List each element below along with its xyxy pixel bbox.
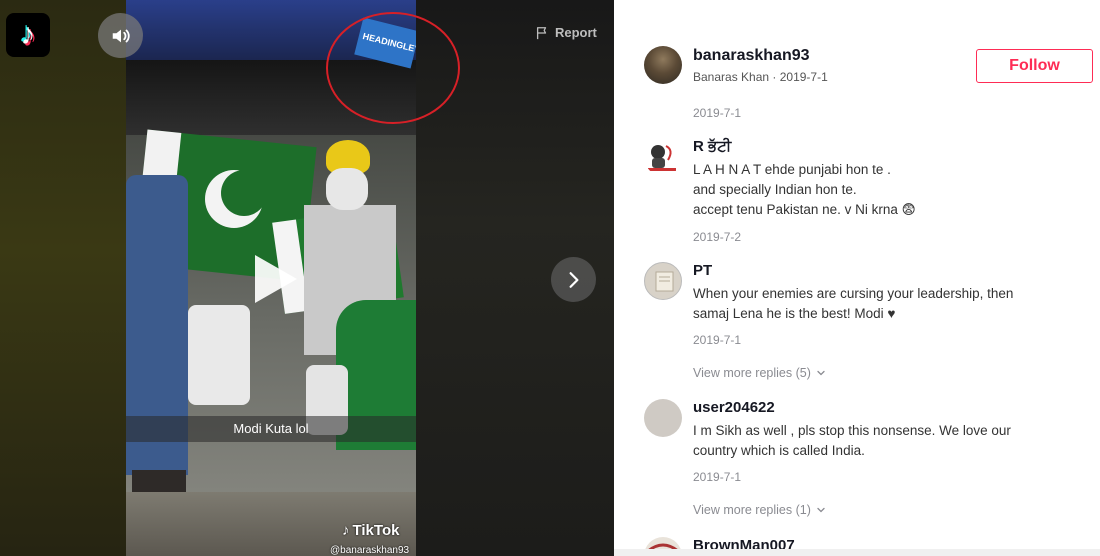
author-avatar[interactable] [644, 46, 682, 84]
author-meta: Banaras Khan · 2019-7-1 [693, 70, 828, 84]
avatar[interactable] [644, 262, 682, 300]
comment-text: L A H N A T ehde punjabi hon te . and sp… [693, 160, 1073, 220]
comment-line: L A H N A T ehde punjabi hon te . [693, 162, 891, 177]
comment-username[interactable]: PT [693, 262, 712, 279]
white-beard [326, 168, 368, 210]
comment-text: When your enemies are cursing your leade… [693, 284, 1073, 324]
view-more-replies-label: View more replies (5) [693, 366, 811, 380]
comment-line: accept tenu Pakistan ne. v Ni krna 😨 [693, 202, 916, 217]
comment-line: country which is called India. [693, 443, 865, 458]
next-video-button[interactable] [551, 257, 596, 302]
comment-line: I m Sikh as well , pls stop this nonsens… [693, 423, 1011, 438]
follow-button[interactable]: Follow [976, 49, 1093, 83]
comment-date: 2019-7-1 [693, 470, 742, 484]
video-panel: HEADINGLEY Modi Kuta lol ♪ TikTok @banara… [0, 0, 614, 556]
post-date: 2019-7-1 [693, 106, 742, 120]
report-button[interactable]: Report [535, 25, 597, 40]
comment-line: samaj Lena he is the best! Modi ♥ [693, 306, 896, 321]
watermark-brand: TikTok [352, 522, 400, 539]
watermark-handle: @banaraskhan93 [330, 545, 410, 556]
view-more-replies-label: View more replies (1) [693, 503, 811, 517]
avatar[interactable] [644, 399, 682, 437]
comment-text: I m Sikh as well , pls stop this nonsens… [693, 421, 1073, 461]
author-username[interactable]: banaraskhan93 [693, 47, 810, 65]
flag-icon [536, 26, 547, 39]
stadium-seat [188, 305, 250, 405]
volume-button[interactable] [98, 13, 143, 58]
tiktok-logo-icon[interactable]: ♪ [6, 13, 50, 57]
comment-date: 2019-7-1 [693, 333, 742, 347]
comments-panel: banaraskhan93 Banaras Khan · 2019-7-1 Fo… [614, 0, 1100, 556]
comment-username[interactable]: R ਭੱਟੀ [693, 138, 731, 155]
chevron-down-icon [817, 370, 825, 376]
view-more-replies[interactable]: View more replies (5) [693, 366, 826, 380]
comment-line: and specially Indian hon te. [693, 182, 857, 197]
play-icon[interactable] [255, 255, 297, 303]
video-caption-text: Modi Kuta lol [233, 421, 309, 436]
report-label: Report [555, 25, 597, 40]
comment-line: When your enemies are cursing your leade… [693, 286, 1014, 301]
avatar[interactable] [644, 138, 682, 176]
volume-icon [112, 29, 130, 42]
chevron-right-icon [569, 271, 578, 288]
tiktok-watermark: ♪ TikTok [342, 522, 399, 539]
flag-crescent [221, 170, 267, 216]
music-note-icon: ♪ [342, 522, 350, 539]
video-blur-background-left [0, 0, 126, 556]
comment-date: 2019-7-2 [693, 230, 742, 244]
comment-username[interactable]: user204622 [693, 399, 775, 416]
view-more-replies[interactable]: View more replies (1) [693, 503, 826, 517]
chevron-down-icon [817, 507, 825, 513]
red-annotation-circle [326, 12, 460, 124]
horizontal-scrollbar[interactable] [614, 549, 1100, 556]
